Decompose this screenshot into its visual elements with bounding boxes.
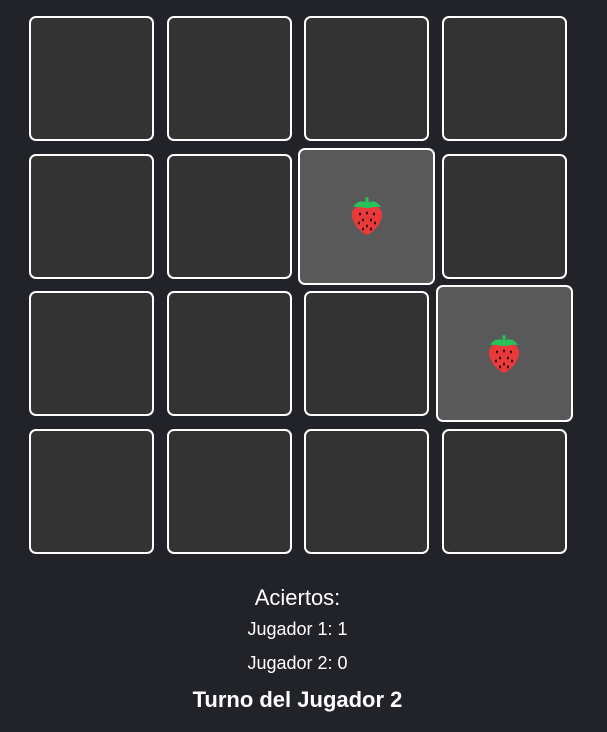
card-r2-c1[interactable] [29, 153, 154, 279]
card-r1-c2[interactable] [166, 16, 292, 141]
card-r3-c3[interactable] [304, 291, 429, 416]
strawberry-icon [350, 196, 384, 236]
card-r2-c3[interactable] [298, 147, 435, 285]
card-r1-c3[interactable] [304, 16, 429, 141]
card-r3-c4[interactable] [435, 285, 573, 422]
card-r1-c1[interactable] [29, 16, 154, 141]
card-r3-c2[interactable] [166, 291, 292, 416]
strawberry-icon [487, 334, 521, 374]
card-r2-c2[interactable] [166, 153, 292, 279]
score-panel: Aciertos: Jugador 1: 1 Jugador 2: 0 Turn… [0, 582, 595, 714]
player1-score: Jugador 1: 1 [247, 619, 348, 639]
player2-score: Jugador 2: 0 [247, 653, 348, 673]
card-grid [29, 16, 573, 554]
card-r1-c4[interactable] [441, 16, 567, 141]
card-r3-c1[interactable] [29, 291, 154, 416]
card-r4-c4[interactable] [441, 428, 567, 554]
card-r4-c3[interactable] [304, 428, 429, 554]
memory-game: Aciertos: Jugador 1: 1 Jugador 2: 0 Turn… [0, 0, 607, 732]
scores-title: Aciertos: [254, 585, 341, 610]
card-r4-c2[interactable] [166, 428, 292, 554]
card-r4-c1[interactable] [29, 428, 154, 554]
turn-indicator: Turno del Jugador 2 [192, 687, 403, 712]
card-r2-c4[interactable] [441, 153, 567, 279]
